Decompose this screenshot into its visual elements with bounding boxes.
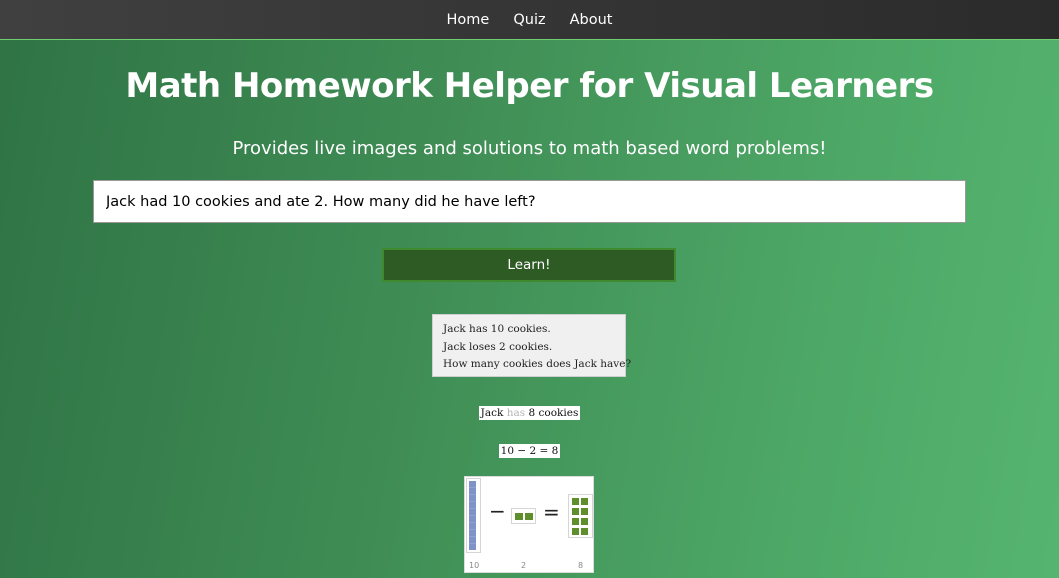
steps-box: Jack has 10 cookies. Jack loses 2 cookie… [432, 314, 632, 377]
unit-block [572, 528, 579, 535]
subtract-number-label: 2 [521, 561, 527, 570]
equation: 10 − 2 = 8 [0, 439, 1059, 458]
answer-sentence: Jack has 8 cookies [0, 401, 1059, 420]
tens-rod-box [466, 478, 481, 553]
step-line: Jack loses 2 cookies. [443, 340, 553, 353]
learn-button[interactable]: Learn! [382, 248, 676, 282]
result-units-box [568, 494, 593, 538]
subtraction-visual: − = 10 2 8 [464, 476, 594, 573]
page-subtitle: Provides live images and solutions to ma… [232, 138, 827, 159]
nav-link-quiz[interactable]: Quiz [513, 12, 545, 28]
top-navbar: Home Quiz About [0, 0, 1059, 40]
unit-block [581, 498, 588, 505]
step-line: Jack has 10 cookies. [443, 323, 551, 335]
tens-rod [469, 481, 476, 550]
nav-link-home[interactable]: Home [447, 12, 490, 28]
answer-verb: has [506, 407, 526, 419]
unit-block [581, 508, 588, 515]
step-line: How many cookies does Jack have? [443, 358, 632, 370]
unit-block [515, 513, 523, 520]
unit-block [572, 498, 579, 505]
answer-rest: 8 cookies [528, 407, 579, 419]
equation-text: 10 − 2 = 8 [498, 444, 561, 458]
unit-block [581, 518, 588, 525]
answer-subject: Jack [480, 407, 504, 419]
start-number-label: 10 [469, 561, 480, 570]
word-problem-input[interactable] [93, 180, 966, 223]
page-title: Math Homework Helper for Visual Learners [125, 66, 934, 106]
unit-block [572, 518, 579, 525]
equals-sign: = [543, 500, 560, 524]
minus-sign: − [489, 499, 506, 523]
unit-block [572, 508, 579, 515]
unit-block [581, 528, 588, 535]
result-number-label: 8 [578, 561, 584, 570]
subtracted-units-box [511, 508, 536, 524]
unit-block [525, 513, 533, 520]
nav-link-about[interactable]: About [570, 12, 613, 28]
